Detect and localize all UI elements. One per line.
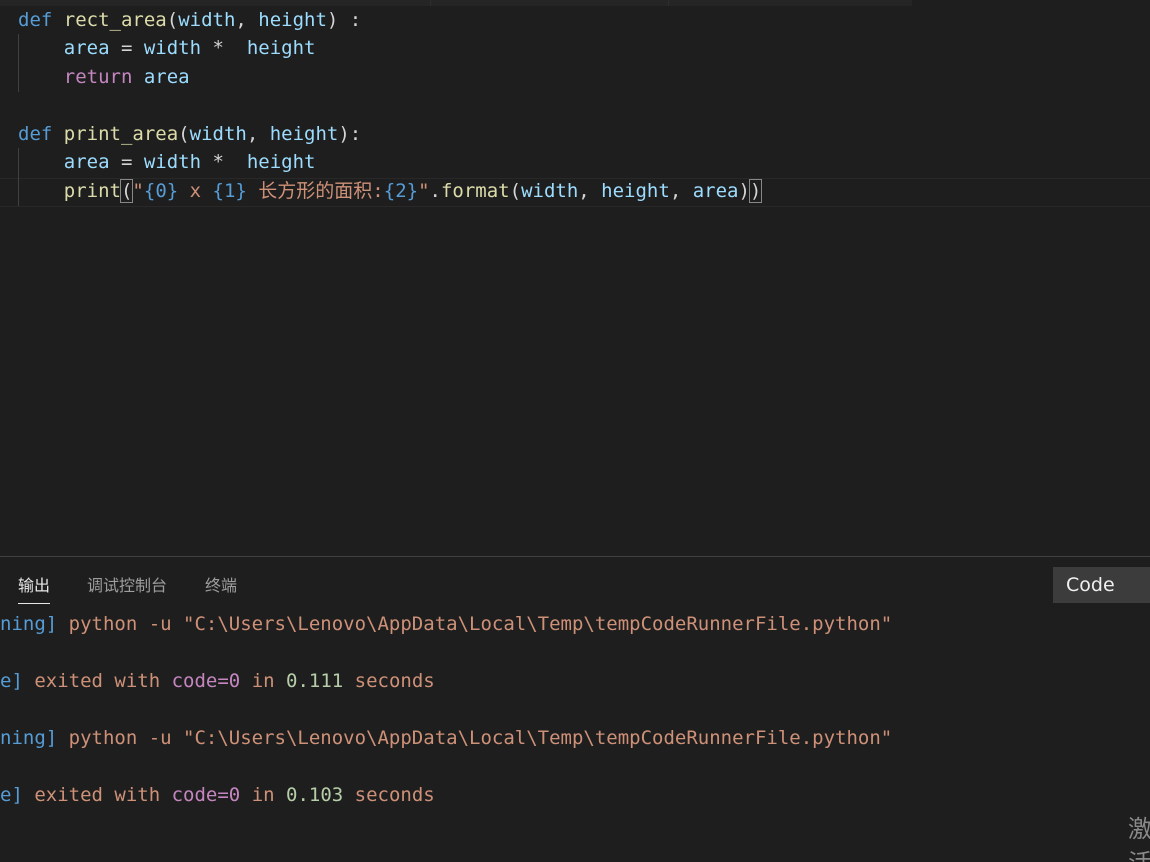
output-exit-code: code=0 — [171, 784, 241, 806]
paren-open-matched: ( — [119, 179, 134, 203]
output-text: exited with — [22, 670, 172, 692]
output-command: python -u "C:\Users\Lenovo\AppData\Local… — [57, 613, 893, 635]
output-tag: e] — [0, 784, 23, 806]
method-format: format — [440, 180, 510, 202]
string-quote: " — [132, 180, 144, 202]
assign-op: = — [109, 151, 144, 173]
code-line-5[interactable]: def print_area(width, height): — [18, 120, 361, 148]
function-name: print_area — [63, 123, 179, 145]
output-text: in — [240, 670, 287, 692]
tab-debug-console[interactable]: 调试控制台 — [87, 575, 167, 603]
paren-open: ( — [509, 180, 522, 202]
param-width: width — [178, 9, 236, 31]
string-text: 长方形的面积: — [246, 180, 384, 202]
multiply-op: * — [201, 37, 247, 59]
arg-area: area — [692, 180, 739, 202]
assign-op: = — [109, 37, 144, 59]
keyword-return: return — [63, 66, 133, 88]
code-line-7[interactable]: print("{0} x {1} 长方形的面积:{2}".format(widt… — [18, 177, 763, 205]
format-placeholder-1: {1} — [212, 180, 247, 202]
var-area: area — [63, 37, 110, 59]
paren-close-matched: ) — [748, 179, 763, 203]
code-editor[interactable]: def rect_area(width, height) : area = wi… — [0, 0, 1150, 556]
var-area: area — [63, 151, 110, 173]
output-tag: e] — [0, 670, 23, 692]
output-command: python -u "C:\Users\Lenovo\AppData\Local… — [57, 727, 893, 749]
var-height: height — [246, 151, 316, 173]
comma: , — [235, 9, 259, 31]
output-line-3: ning] python -u "C:\Users\Lenovo\AppData… — [0, 725, 892, 751]
output-text: seconds — [343, 670, 435, 692]
bottom-panel: 输出 调试控制台 终端 Code ning] python -u "C:\Use… — [0, 556, 1150, 862]
output-tag: ning] — [0, 727, 58, 749]
comma: , — [578, 180, 602, 202]
output-text: exited with — [22, 784, 172, 806]
output-line-1: ning] python -u "C:\Users\Lenovo\AppData… — [0, 611, 892, 637]
keyword-def: def — [18, 9, 53, 31]
comma: , — [246, 123, 270, 145]
code-line-1[interactable]: def rect_area(width, height) : — [18, 6, 361, 34]
function-name: rect_area — [63, 9, 167, 31]
dot-op: . — [429, 180, 441, 202]
line-tail: ): — [338, 123, 362, 145]
format-placeholder-2: {2} — [383, 180, 419, 202]
paren-close: ) — [738, 180, 750, 202]
code-line-2[interactable]: area = width * height — [18, 34, 316, 62]
param-height: height — [269, 123, 339, 145]
arg-width: width — [521, 180, 579, 202]
multiply-op: * — [201, 151, 247, 173]
output-line-4: e] exited with code=0 in 0.103 seconds — [0, 782, 435, 808]
tab-output[interactable]: 输出 — [18, 575, 51, 604]
line-tail: ) : — [326, 9, 362, 31]
keyword-def: def — [18, 123, 53, 145]
format-placeholder-0: {0} — [143, 180, 179, 202]
var-area: area — [143, 66, 190, 88]
string-text: x — [178, 180, 213, 202]
top-strip-segment — [430, 0, 669, 6]
code-line-6[interactable]: area = width * height — [18, 148, 316, 176]
function-print: print — [63, 180, 121, 202]
param-width: width — [189, 123, 247, 145]
paren-open: ( — [178, 123, 190, 145]
arg-height: height — [601, 180, 670, 202]
comma: , — [669, 180, 693, 202]
var-height: height — [246, 37, 316, 59]
param-height: height — [258, 9, 327, 31]
output-duration: 0.103 — [286, 784, 344, 806]
output-channel-select[interactable]: Code — [1053, 567, 1150, 603]
panel-tabs: 输出 调试控制台 终端 Code — [0, 557, 1150, 607]
output-exit-code: code=0 — [171, 670, 241, 692]
var-width: width — [143, 37, 202, 59]
output-text: seconds — [343, 784, 435, 806]
output-tag: ning] — [0, 613, 58, 635]
var-width: width — [143, 151, 202, 173]
code-line-3[interactable]: return area — [18, 63, 190, 91]
output-text: in — [240, 784, 287, 806]
paren-open: ( — [166, 9, 179, 31]
output-line-2: e] exited with code=0 in 0.111 seconds — [0, 668, 435, 694]
string-quote: " — [418, 180, 430, 202]
tab-terminal[interactable]: 终端 — [205, 575, 237, 603]
output-duration: 0.111 — [286, 670, 344, 692]
activation-watermark: 激活 — [1128, 815, 1150, 862]
